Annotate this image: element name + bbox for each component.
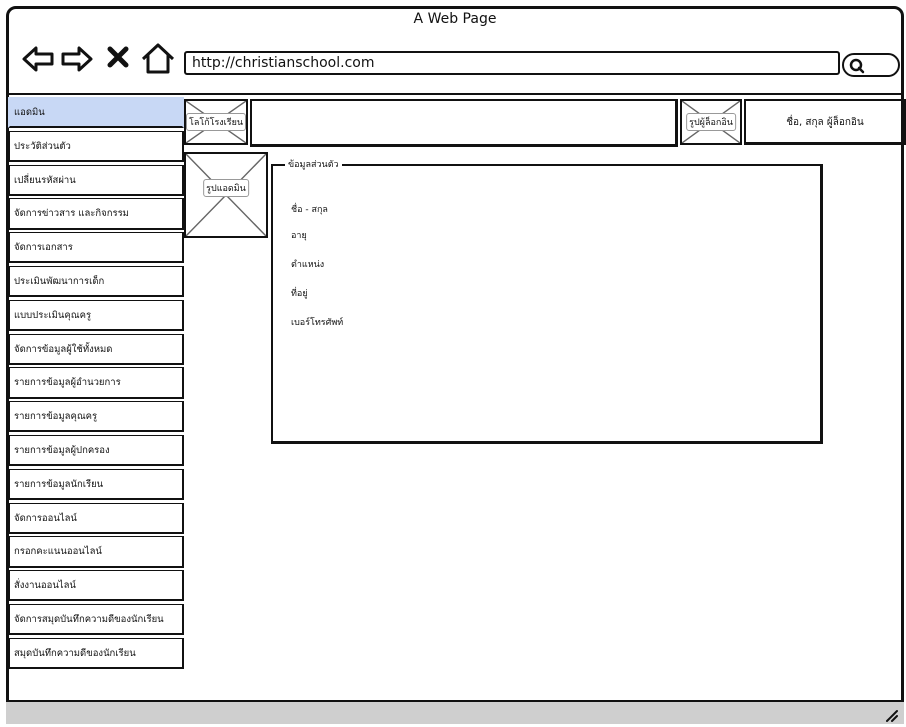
address-bar[interactable]: http://christianschool.com (184, 51, 840, 75)
field-age: อายุ (291, 231, 307, 241)
sidebar-item-online-scores[interactable]: กรอกคะแนนออนไลน์ (8, 536, 184, 568)
school-logo-label: โลโก้โรงเรียน (185, 113, 247, 131)
back-icon[interactable] (21, 42, 55, 76)
close-icon[interactable] (106, 45, 130, 69)
toolbar-divider (9, 93, 901, 95)
sidebar-item-directors[interactable]: รายการข้อมูลผู้อำนวยการ (8, 367, 184, 399)
sidebar-item-admin[interactable]: แอดมิน (8, 97, 184, 129)
field-full-name: ชื่อ - สกุล (291, 205, 328, 215)
field-position: ตำแหน่ง (291, 260, 325, 270)
sidebar-item-all-users[interactable]: จัดการข้อมูลผู้ใช้ทั้งหมด (8, 333, 184, 365)
sidebar-item-students[interactable]: รายการข้อมูลนักเรียน (8, 468, 184, 501)
sidebar-item-news-activities[interactable]: จัดการข่าวสาร และกิจกรรม (8, 198, 184, 230)
sidebar-item-child-assessment[interactable]: ประเมินพัฒนาการเด็ก (8, 265, 184, 298)
sidebar-item-teacher-evaluation[interactable]: แบบประเมินคุณครู (8, 299, 184, 332)
forward-icon[interactable] (60, 42, 94, 76)
user-photo-placeholder: รูปผู้ล็อกอิน (680, 99, 742, 145)
sidebar-item-online-assignments[interactable]: สั่งงานออนไลน์ (8, 570, 184, 602)
sidebar-menu: แอดมิน ประวัติส่วนตัว เปลี่ยนรหัสผ่าน จั… (8, 97, 184, 672)
personal-info-panel: ข้อมูลส่วนตัว ชื่อ - สกุล อายุ ตำแหน่ง ท… (271, 157, 823, 444)
sidebar-item-good-deeds[interactable]: สมุดบันทึกความดีของนักเรียน (8, 637, 184, 670)
field-phone: เบอร์โทรศัพท์ (291, 318, 344, 328)
user-photo-label: รูปผู้ล็อกอิน (686, 113, 736, 131)
admin-photo-placeholder: รูปแอดมิน (184, 152, 268, 238)
admin-photo-label: รูปแอดมิน (203, 179, 249, 198)
school-logo-placeholder: โลโก้โรงเรียน (184, 99, 248, 145)
search-icon (849, 58, 865, 74)
logged-in-user-name: ชื่อ, สกุล ผู้ล็อกอิน (744, 99, 906, 145)
search-box[interactable] (842, 53, 900, 77)
field-address: ที่อยู่ (291, 289, 308, 299)
sidebar-item-manage-good-deeds[interactable]: จัดการสมุดบันทึกความดีของนักเรียน (8, 603, 184, 636)
window-title: A Web Page (413, 11, 497, 27)
sidebar-item-teachers[interactable]: รายการข้อมูลคุณครู (8, 401, 184, 433)
personal-info-title: ข้อมูลส่วนตัว (285, 157, 342, 171)
sidebar-item-parents[interactable]: รายการข้อมูลผู้ปกครอง (8, 434, 184, 467)
header-banner (250, 99, 678, 147)
sidebar-item-online[interactable]: จัดการออนไลน์ (8, 502, 184, 534)
home-icon[interactable] (140, 41, 176, 75)
status-bar (6, 700, 904, 724)
resize-handle-icon[interactable] (884, 708, 898, 722)
sidebar-item-profile[interactable]: ประวัติส่วนตัว (8, 130, 184, 163)
sidebar-item-change-password[interactable]: เปลี่ยนรหัสผ่าน (8, 164, 184, 196)
sidebar-item-documents[interactable]: จัดการเอกสาร (8, 232, 184, 264)
